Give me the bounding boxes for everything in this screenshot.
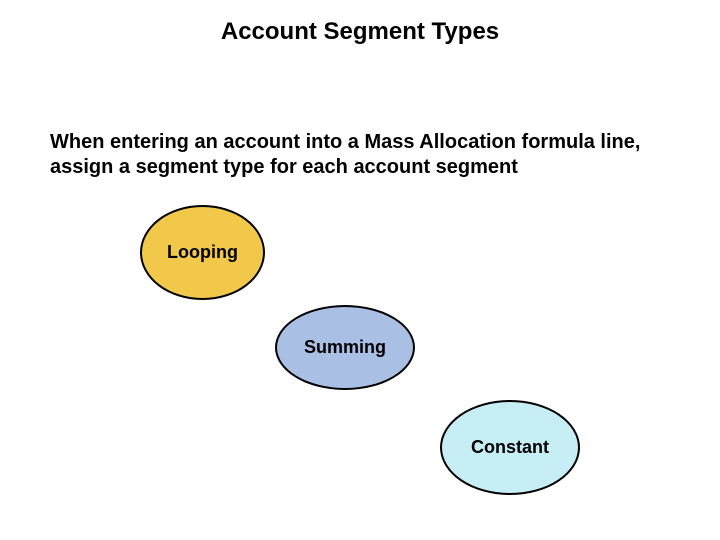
looping-ellipse: Looping [140, 205, 265, 300]
slide-body-text: When entering an account into a Mass All… [50, 130, 660, 180]
constant-label: Constant [471, 437, 549, 458]
slide-title: Account Segment Types [0, 18, 720, 46]
summing-ellipse: Summing [275, 305, 415, 390]
slide: Account Segment Types When entering an a… [0, 0, 720, 540]
looping-label: Looping [167, 242, 238, 263]
summing-label: Summing [304, 337, 386, 358]
constant-ellipse: Constant [440, 400, 580, 495]
